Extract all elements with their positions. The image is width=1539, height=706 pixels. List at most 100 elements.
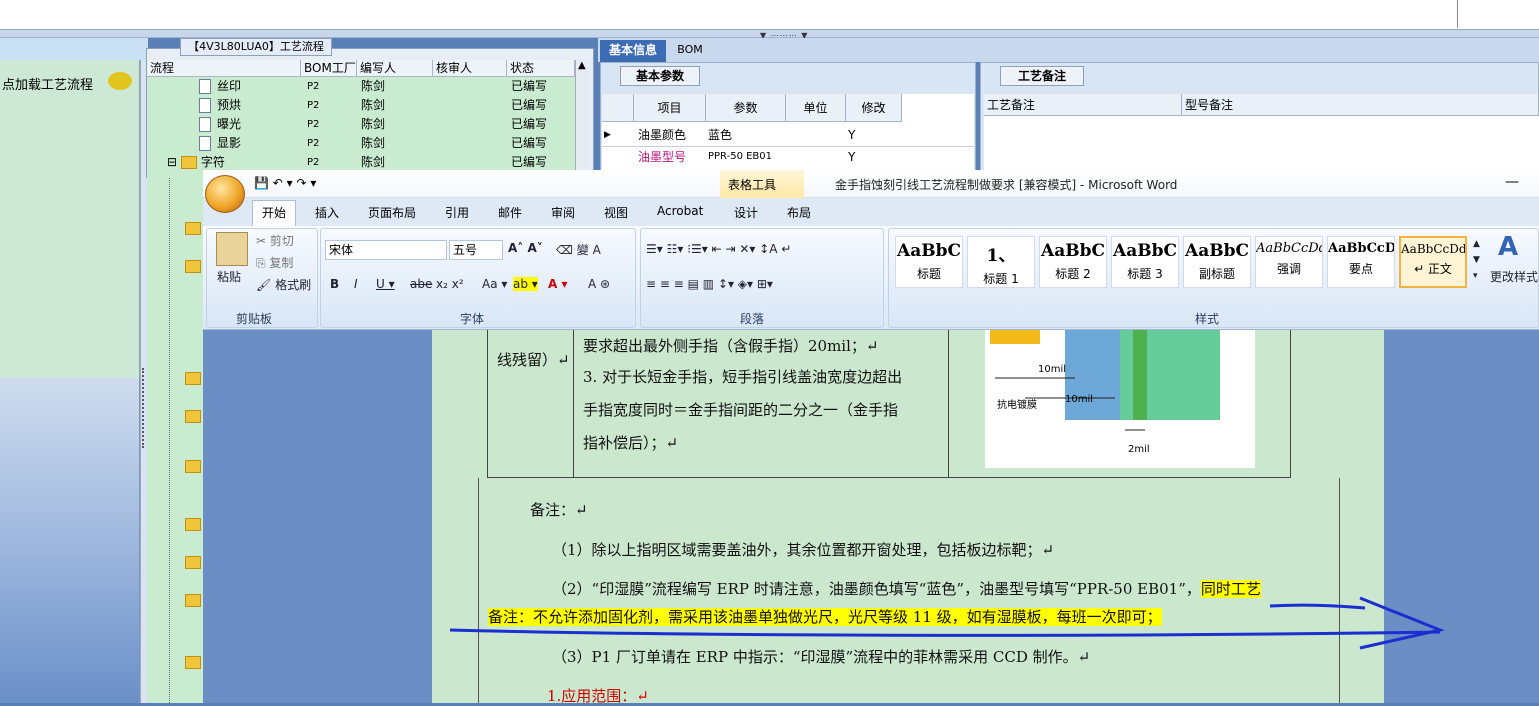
- underline-icon[interactable]: U ▾: [376, 277, 395, 291]
- paste-button[interactable]: 粘贴: [217, 268, 241, 285]
- tab-view[interactable]: 视图: [604, 204, 628, 221]
- tab-home[interactable]: 开始: [262, 204, 286, 221]
- row-writer: 陈剑: [361, 98, 386, 112]
- grow-shrink-font-icon[interactable]: A˄ A˅: [508, 241, 543, 255]
- diagram-image: 10mil 10mil 抗电镀膜 2mil: [990, 330, 1220, 455]
- arrow-mark-top: [1269, 603, 1366, 610]
- table-row[interactable]: 预烘 P2 陈剑 已编写: [147, 96, 575, 115]
- col-header-modify[interactable]: 修改: [846, 94, 902, 122]
- row-name: 曝光: [199, 115, 241, 134]
- table-row[interactable]: 油墨型号 PPR-50 EB01 Y: [602, 146, 974, 168]
- minimize-icon[interactable]: —: [1505, 174, 1519, 190]
- table-row[interactable]: 曝光 P2 陈剑 已编写: [147, 115, 575, 134]
- row-selector-header: [602, 94, 634, 122]
- list-icons[interactable]: ☰▾ ☷▾ ⁝☰▾ ⇤ ⇥ ✕▾ ↕A ↵: [646, 242, 791, 256]
- basic-params-title[interactable]: 基本参数: [620, 66, 700, 86]
- tab-bom[interactable]: BOM: [670, 40, 710, 62]
- word-window-title: 金手指蚀刻引线工艺流程制做要求 [兼容模式] - Microsoft Word: [835, 178, 1178, 192]
- bold-icon[interactable]: B: [330, 277, 339, 291]
- col-header-writer[interactable]: 编写人: [357, 60, 433, 77]
- quick-access-toolbar[interactable]: 💾 ↶ ▾ ↷ ▾: [254, 176, 316, 190]
- speech-bubble-icon[interactable]: [108, 72, 132, 90]
- subscript-superscript-icon[interactable]: x₂ x²: [436, 277, 464, 291]
- folder-icon[interactable]: [185, 460, 201, 473]
- param-modify: Y: [848, 128, 856, 142]
- style-heading3[interactable]: AaBbC 标题 3: [1111, 236, 1179, 288]
- style-strong[interactable]: AaBbCcD 要点: [1327, 236, 1395, 288]
- folder-icon[interactable]: [185, 222, 201, 235]
- scroll-up-icon[interactable]: ▲: [578, 60, 586, 71]
- col-header-reviewer[interactable]: 核审人: [433, 60, 507, 77]
- horizontal-splitter[interactable]: ▼ ⋯⋯⋯ ▼: [0, 30, 1539, 40]
- font-size-select[interactable]: 五号: [449, 240, 503, 260]
- col-header-process-remark[interactable]: 工艺备注: [984, 94, 1182, 116]
- style-title[interactable]: AaBbC 标题: [895, 236, 963, 288]
- toolbar-separator: [1457, 0, 1458, 28]
- font-name-select[interactable]: 宋体: [325, 240, 447, 260]
- left-panel-body: [0, 60, 140, 378]
- svg-text:10mil: 10mil: [1065, 394, 1093, 405]
- folder-icon[interactable]: [185, 556, 201, 569]
- tab-mailings[interactable]: 邮件: [498, 204, 522, 221]
- param-modify: Y: [848, 150, 856, 164]
- change-styles-icon[interactable]: A: [1498, 232, 1518, 262]
- col-header-value[interactable]: 参数: [706, 94, 786, 122]
- col-header-item[interactable]: 项目: [634, 94, 706, 122]
- col-header-model-remark[interactable]: 型号备注: [1182, 94, 1539, 116]
- strikethrough-icon[interactable]: abe: [410, 277, 432, 291]
- col-header-unit[interactable]: 单位: [786, 94, 846, 122]
- tab-basic-info[interactable]: 基本信息: [600, 40, 666, 62]
- row-writer: 陈剑: [361, 136, 386, 150]
- tab-acrobat[interactable]: Acrobat: [657, 204, 703, 218]
- folder-icon[interactable]: [185, 260, 201, 273]
- italic-icon[interactable]: I: [354, 277, 358, 291]
- row-factory: P2: [307, 100, 320, 111]
- style-subtitle[interactable]: AaBbC 副标题: [1183, 236, 1251, 288]
- align-icons[interactable]: ≡ ≡ ≡ ▤ ▥ ↕▾ ◈▾ ⊞▾: [646, 277, 773, 291]
- file-icon: [199, 117, 211, 132]
- clear-format-icon[interactable]: ⌫ 變 A: [556, 241, 601, 258]
- paste-icon[interactable]: [216, 232, 248, 266]
- tab-layout[interactable]: 布局: [787, 204, 811, 221]
- styles-scroll-icon[interactable]: ▲ ▼ ▾: [1473, 236, 1480, 284]
- table-row[interactable]: 显影 P2 陈剑 已编写: [147, 134, 575, 153]
- annotation-arrow: [449, 596, 1446, 650]
- col-header-status[interactable]: 状态: [507, 60, 575, 77]
- office-button[interactable]: [205, 175, 245, 213]
- info-tabbar: [598, 38, 1539, 62]
- row-factory: P2: [307, 81, 320, 92]
- style-heading2[interactable]: AaBbC 标题 2: [1039, 236, 1107, 288]
- folder-icon[interactable]: [185, 594, 201, 607]
- folder-icon[interactable]: [185, 518, 201, 531]
- copy-button[interactable]: ⎘ 复制: [256, 254, 293, 271]
- tab-review[interactable]: 审阅: [551, 204, 575, 221]
- style-normal[interactable]: AaBbCcDd ↵ 正文: [1399, 236, 1467, 288]
- highlight-icon[interactable]: ab ▾: [513, 277, 538, 291]
- shading-icon[interactable]: A ⊛: [588, 277, 610, 291]
- style-emphasis[interactable]: AaBbCcDd 强调: [1255, 236, 1323, 288]
- table-cell-left: 线残留）↵: [497, 351, 570, 369]
- tab-references[interactable]: 引用: [445, 204, 469, 221]
- table-row[interactable]: ▶ 油墨颜色 蓝色 Y: [602, 124, 974, 147]
- col-header-flow[interactable]: 流程: [147, 60, 301, 77]
- style-heading1[interactable]: 1、 标题 1: [967, 236, 1035, 288]
- format-painter-button[interactable]: 🖌 格式刷: [256, 276, 311, 293]
- folder-icon[interactable]: [185, 372, 201, 385]
- cut-button[interactable]: ✂ 剪切: [256, 232, 294, 249]
- tab-insert[interactable]: 插入: [315, 204, 339, 221]
- file-icon: [199, 136, 211, 151]
- folder-icon[interactable]: [185, 656, 201, 669]
- change-case-icon[interactable]: Aa ▾: [482, 277, 507, 291]
- row-status: 已编写: [511, 79, 548, 93]
- col-header-factory[interactable]: BOM工厂: [301, 60, 357, 77]
- font-color-icon[interactable]: A ▾: [548, 277, 568, 291]
- table-row[interactable]: 丝印 P2 陈剑 已编写: [147, 77, 575, 96]
- change-styles-button[interactable]: 更改样式: [1490, 268, 1538, 285]
- load-process-link[interactable]: 点加载工艺流程: [2, 74, 93, 93]
- tab-design[interactable]: 设计: [734, 204, 758, 221]
- cell-line-1: 要求超出最外侧手指（含假手指）20mil；↵: [583, 337, 879, 355]
- remark-title[interactable]: 工艺备注: [1000, 66, 1084, 86]
- folder-icon[interactable]: [185, 410, 201, 423]
- tab-page-layout[interactable]: 页面布局: [368, 204, 416, 221]
- grid-scrollbar[interactable]: ▲: [575, 60, 591, 178]
